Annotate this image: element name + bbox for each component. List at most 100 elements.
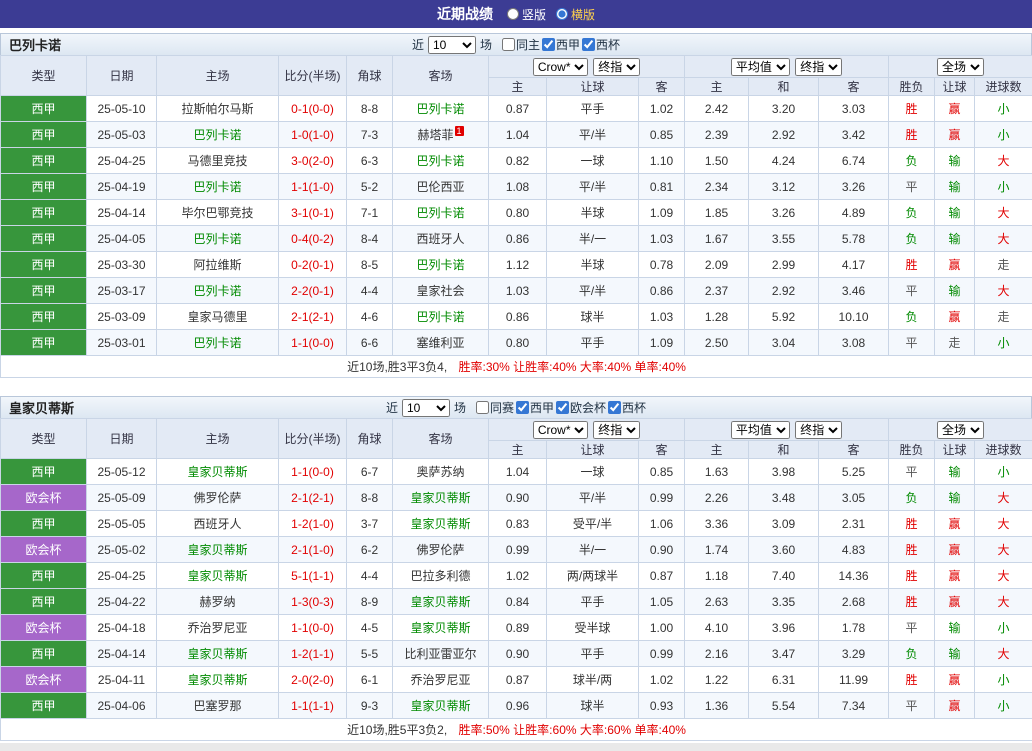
home-team[interactable]: 巴列卡诺 (157, 278, 279, 304)
home-team[interactable]: 皇家贝蒂斯 (157, 563, 279, 589)
home-team[interactable]: 佛罗伦萨 (157, 485, 279, 511)
away-team[interactable]: 巴列卡诺 (393, 96, 489, 122)
match-date: 25-05-10 (87, 96, 157, 122)
home-team[interactable]: 巴列卡诺 (157, 330, 279, 356)
home-team[interactable]: 巴列卡诺 (157, 174, 279, 200)
avg-home-value: 2.50 (685, 330, 749, 356)
avg-select[interactable]: 平均值 (731, 58, 790, 76)
layout-radio[interactable] (556, 8, 568, 20)
away-team[interactable]: 皇家贝蒂斯 (393, 589, 489, 615)
summary-rates: 胜率:50% 让胜率:60% 大率:60% 单率:40% (459, 723, 686, 737)
match-count-select[interactable]: 10 (428, 36, 476, 54)
away-team[interactable]: 巴列卡诺 (393, 200, 489, 226)
bookmaker-select[interactable]: Crow* (533, 58, 588, 76)
home-team[interactable]: 皇家贝蒂斯 (157, 641, 279, 667)
away-team[interactable]: 巴列卡诺 (393, 304, 489, 330)
league-filter-checkbox[interactable] (476, 401, 489, 414)
home-team[interactable]: 巴塞罗那 (157, 693, 279, 719)
avg-home-value: 2.63 (685, 589, 749, 615)
away-team[interactable]: 皇家贝蒂斯 (393, 615, 489, 641)
away-team[interactable]: 乔治罗尼亚 (393, 667, 489, 693)
avg-select[interactable]: 平均值 (731, 421, 790, 439)
avg-away-value: 2.31 (819, 511, 889, 537)
scope-select[interactable]: 全场 (937, 58, 984, 76)
home-team[interactable]: 阿拉维斯 (157, 252, 279, 278)
league-filter-checkbox[interactable] (542, 38, 555, 51)
home-team[interactable]: 乔治罗尼亚 (157, 615, 279, 641)
layout-radio[interactable] (507, 8, 519, 20)
away-team[interactable]: 奥萨苏纳 (393, 459, 489, 485)
league-filter[interactable]: 西甲 (516, 399, 554, 416)
away-team[interactable]: 皇家贝蒂斯 (393, 485, 489, 511)
league-badge: 西甲 (1, 589, 87, 615)
home-team[interactable]: 马德里竞技 (157, 148, 279, 174)
avg-draw-value: 3.55 (749, 226, 819, 252)
match-count-select[interactable]: 10 (402, 399, 450, 417)
home-team[interactable]: 皇家贝蒂斯 (157, 537, 279, 563)
league-badge: 欧会杯 (1, 537, 87, 563)
league-badge: 欧会杯 (1, 667, 87, 693)
home-team[interactable]: 赫罗纳 (157, 589, 279, 615)
league-filter[interactable]: 西杯 (582, 36, 620, 53)
corner-count: 4-4 (347, 563, 393, 589)
league-filter-checkbox[interactable] (502, 38, 515, 51)
col-corner: 角球 (347, 56, 393, 96)
league-badge: 西甲 (1, 278, 87, 304)
home-team[interactable]: 西班牙人 (157, 511, 279, 537)
scope-select[interactable]: 全场 (937, 421, 984, 439)
result-handicap: 输 (935, 200, 975, 226)
league-filter[interactable]: 同主 (502, 36, 540, 53)
away-team[interactable]: 巴列卡诺 (393, 148, 489, 174)
away-team[interactable]: 赫塔菲1 (393, 122, 489, 148)
away-team[interactable]: 皇家社会 (393, 278, 489, 304)
away-team[interactable]: 巴伦西亚 (393, 174, 489, 200)
odds-away-value: 1.05 (639, 589, 685, 615)
home-team[interactable]: 巴列卡诺 (157, 226, 279, 252)
league-filter[interactable]: 西甲 (542, 36, 580, 53)
league-filter[interactable]: 西杯 (608, 399, 646, 416)
away-team[interactable]: 比利亚雷亚尔 (393, 641, 489, 667)
result-handicap: 赢 (935, 693, 975, 719)
section-header-bar: 巴列卡诺 近 10 场 同主西甲西杯 (0, 33, 1032, 55)
scope-header: 全场 (889, 56, 1032, 78)
match-row: 欧会杯 25-05-09 佛罗伦萨 2-1(2-1) 8-8 皇家贝蒂斯 0.9… (1, 485, 1032, 511)
away-team[interactable]: 西班牙人 (393, 226, 489, 252)
odds-final-select[interactable]: 终指 (593, 421, 640, 439)
home-team[interactable]: 皇家贝蒂斯 (157, 459, 279, 485)
odds-away-value: 0.99 (639, 485, 685, 511)
league-filter-group: 同赛西甲欧会杯西杯 (476, 399, 646, 416)
away-team[interactable]: 塞维利亚 (393, 330, 489, 356)
odds-home-value: 0.80 (489, 200, 547, 226)
league-badge: 西甲 (1, 304, 87, 330)
col-handicap: 让球 (547, 441, 639, 459)
league-badge: 西甲 (1, 122, 87, 148)
home-team[interactable]: 皇家贝蒂斯 (157, 667, 279, 693)
away-team[interactable]: 佛罗伦萨 (393, 537, 489, 563)
odds-final-select[interactable]: 终指 (593, 58, 640, 76)
avg-final-select[interactable]: 终指 (795, 421, 842, 439)
match-date: 25-05-05 (87, 511, 157, 537)
league-filter-checkbox[interactable] (516, 401, 529, 414)
col-odds-home: 主 (489, 78, 547, 96)
away-team[interactable]: 巴拉多利德 (393, 563, 489, 589)
league-filter-checkbox[interactable] (582, 38, 595, 51)
away-team[interactable]: 皇家贝蒂斯 (393, 511, 489, 537)
home-team[interactable]: 拉斯帕尔马斯 (157, 96, 279, 122)
bookmaker-select[interactable]: Crow* (533, 421, 588, 439)
away-team[interactable]: 皇家贝蒂斯 (393, 693, 489, 719)
league-filter-checkbox[interactable] (608, 401, 621, 414)
league-filter-checkbox[interactable] (556, 401, 569, 414)
team-section: 皇家贝蒂斯 近 10 场 同赛西甲欧会杯西杯 类型 日期 (0, 396, 1032, 741)
layout-option[interactable]: 竖版 (507, 6, 546, 23)
home-team[interactable]: 毕尔巴鄂竞技 (157, 200, 279, 226)
layout-option[interactable]: 横版 (556, 6, 595, 23)
avg-final-select[interactable]: 终指 (795, 58, 842, 76)
home-team[interactable]: 皇家马德里 (157, 304, 279, 330)
avg-home-value: 2.42 (685, 96, 749, 122)
league-filter[interactable]: 同赛 (476, 399, 514, 416)
home-team[interactable]: 巴列卡诺 (157, 122, 279, 148)
league-filter[interactable]: 欧会杯 (556, 399, 606, 416)
away-team[interactable]: 巴列卡诺 (393, 252, 489, 278)
results-body: 西甲 25-05-10 拉斯帕尔马斯 0-1(0-0) 8-8 巴列卡诺 0.8… (1, 96, 1032, 356)
avg-draw-value: 7.40 (749, 563, 819, 589)
